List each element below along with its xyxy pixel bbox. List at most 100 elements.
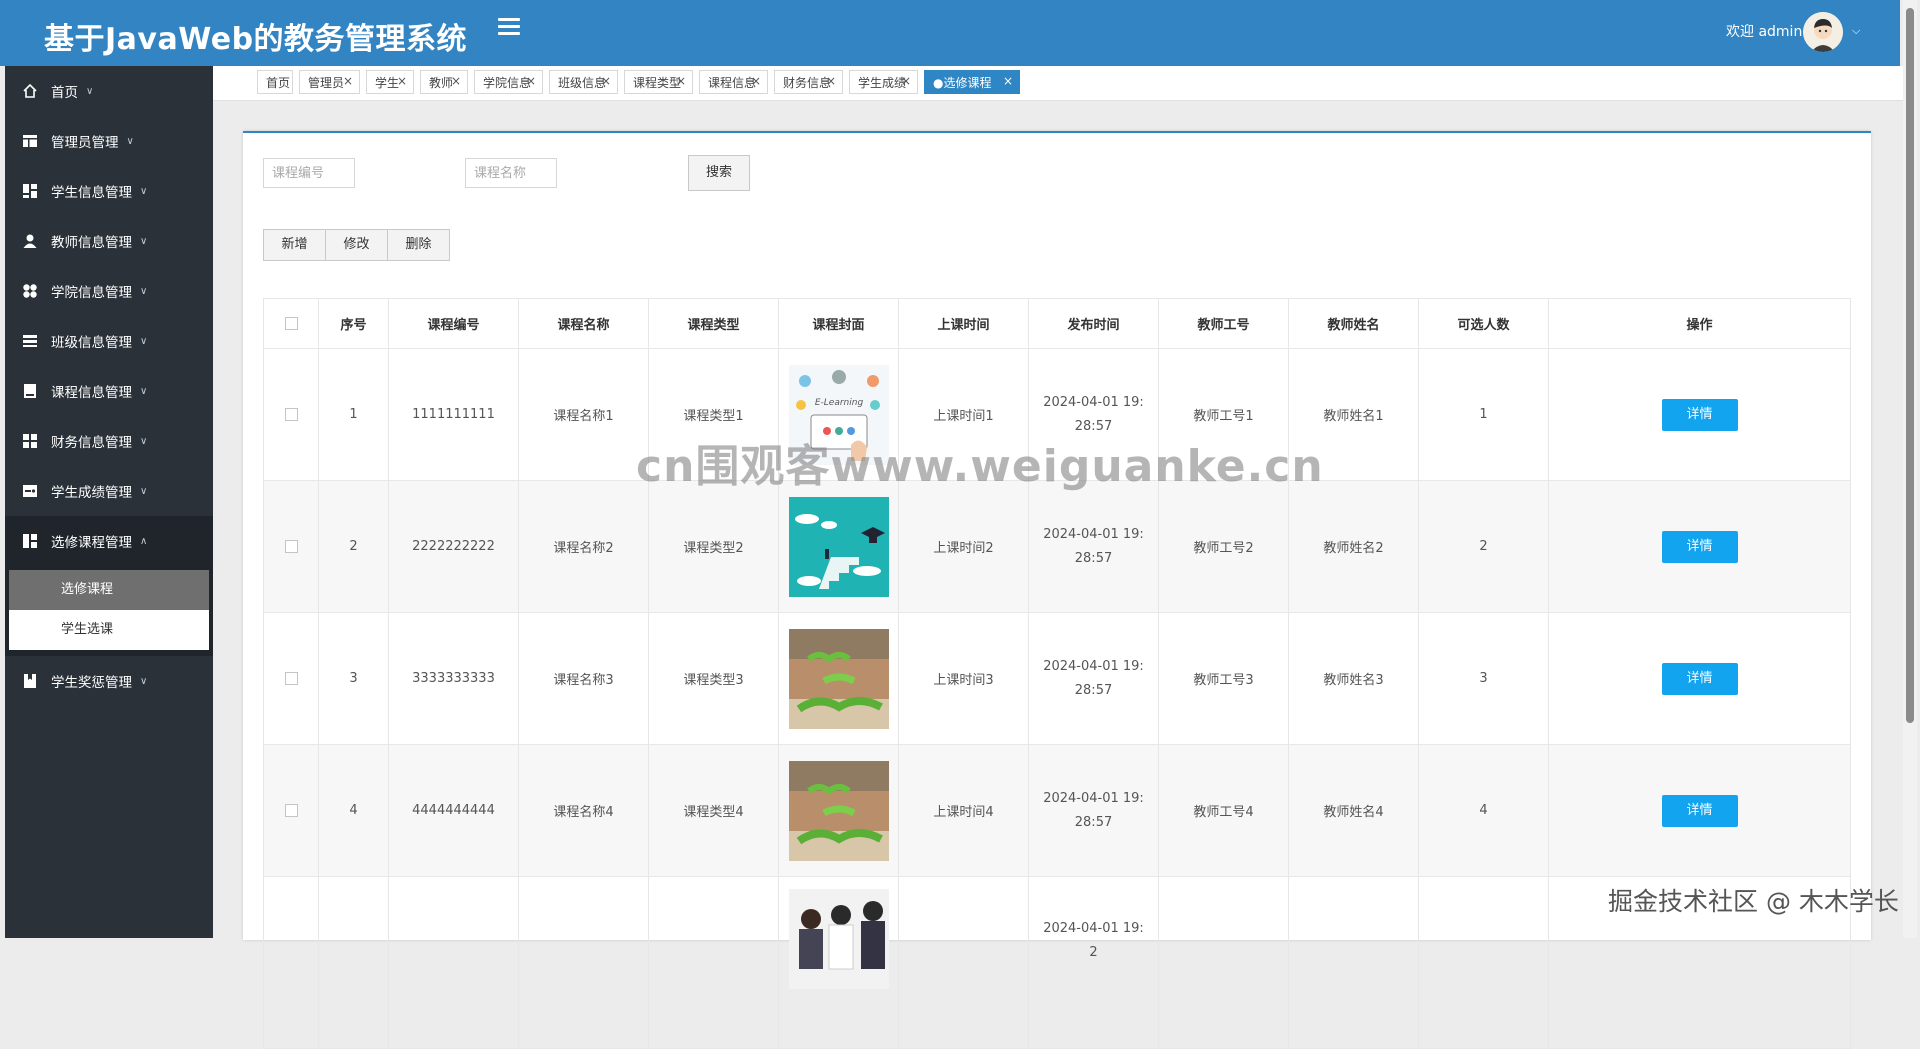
sidebar-item-elective[interactable]: 选修课程管理 ∧ xyxy=(5,516,213,566)
tab-label: 财务信息 xyxy=(783,76,832,90)
tab-student[interactable]: 学生 × xyxy=(366,70,414,94)
sidebar-item-label: 财务信息管理 xyxy=(51,435,132,451)
tab-label: 学生 xyxy=(375,76,400,90)
submenu-item-elective-course[interactable]: 选修课程 xyxy=(9,570,209,610)
chevron-down-icon: ∨ xyxy=(140,185,148,197)
chevron-down-icon: ∨ xyxy=(140,435,148,447)
course-cover-image xyxy=(788,628,889,729)
tab-label: 首页 xyxy=(266,76,291,90)
close-icon[interactable]: × xyxy=(526,69,536,93)
select-all-checkbox[interactable] xyxy=(284,317,298,330)
close-icon[interactable]: × xyxy=(1003,69,1013,93)
chevron-down-icon: ∨ xyxy=(126,135,134,147)
tab-course-info[interactable]: 课程信息 × xyxy=(699,70,768,94)
course-cover-image xyxy=(788,496,889,597)
cell-cover xyxy=(778,480,899,613)
tab-course-type[interactable]: 课程类型 × xyxy=(624,70,693,94)
tab-elective-course[interactable]: ●选修课程 × xyxy=(924,70,1020,94)
sidebar-item-teacher[interactable]: 教师信息管理 ∨ xyxy=(5,216,213,266)
scroll-thumb[interactable] xyxy=(1906,8,1914,723)
user-menu-chevron-icon[interactable]: ⌵ xyxy=(1852,24,1860,38)
tab-label: 管理员 xyxy=(308,76,345,90)
close-icon[interactable]: × xyxy=(901,69,911,93)
sidebar-item-rewards[interactable]: 学生奖惩管理 ∨ xyxy=(5,656,213,706)
sidebar-item-student[interactable]: 学生信息管理 ∨ xyxy=(5,166,213,216)
close-icon[interactable]: × xyxy=(343,69,353,93)
detail-button[interactable]: 详情 xyxy=(1661,794,1738,827)
close-icon[interactable]: × xyxy=(601,69,611,93)
sidebar-item-label: 选修课程管理 xyxy=(51,535,132,551)
close-icon[interactable]: × xyxy=(751,69,761,93)
row-checkbox[interactable] xyxy=(284,408,298,421)
tab-grades[interactable]: 学生成绩 × xyxy=(849,70,918,94)
top-header: 基于JavaWeb的教务管理系统 欢迎 admin ⌵ xyxy=(0,0,1900,66)
column-header: 发布时间 xyxy=(1028,298,1159,349)
cell-actions xyxy=(1548,876,1851,1049)
cell-published: 2024-04-01 19:28:57 xyxy=(1028,348,1159,481)
cell-index: 4 xyxy=(318,744,389,877)
published-time: 2024-04-01 19:2 xyxy=(1043,921,1144,960)
close-icon[interactable]: × xyxy=(451,69,461,93)
table-row[interactable]: 2024-04-01 19:2 xyxy=(263,876,1851,1049)
cell-index: 2 xyxy=(318,480,389,613)
row-checkbox[interactable] xyxy=(284,540,298,553)
row-select-cell xyxy=(263,612,319,745)
column-header: 操作 xyxy=(1548,298,1851,349)
submenu-item-student-select[interactable]: 学生选课 xyxy=(9,610,209,650)
sidebar-item-home[interactable]: 首页 ∨ xyxy=(5,66,213,116)
add-button[interactable]: 新增 xyxy=(263,229,326,261)
sidebar-item-admin[interactable]: 管理员管理 ∨ xyxy=(5,116,213,166)
close-icon[interactable]: × xyxy=(397,69,407,93)
table-row[interactable]: 2 2222222222 课程名称2 课程类型2 上课时间2 2024-04-0… xyxy=(263,480,1851,613)
tab-label: 学院信息 xyxy=(483,76,532,90)
close-icon[interactable]: × xyxy=(826,69,836,93)
detail-button[interactable]: 详情 xyxy=(1661,662,1738,695)
row-select-cell xyxy=(263,744,319,877)
chevron-down-icon: ∨ xyxy=(140,285,148,297)
cell-actions: 详情 xyxy=(1548,348,1851,481)
tab-admin[interactable]: 管理员 × xyxy=(299,70,360,94)
detail-button[interactable]: 详情 xyxy=(1661,530,1738,563)
chevron-up-icon: ∧ xyxy=(140,535,148,547)
row-checkbox[interactable] xyxy=(284,672,298,685)
course-name-input[interactable] xyxy=(465,158,557,188)
cell-seats: 1 xyxy=(1418,348,1549,481)
sidebar-item-class[interactable]: 班级信息管理 ∨ xyxy=(5,316,213,366)
course-no-input[interactable] xyxy=(263,158,355,188)
tab-label: ●选修课程 xyxy=(933,76,992,90)
row-checkbox[interactable] xyxy=(284,804,298,817)
sidebar-item-college[interactable]: 学院信息管理 ∨ xyxy=(5,266,213,316)
search-button[interactable]: 搜索 xyxy=(688,155,750,191)
sidebar-item-label: 课程信息管理 xyxy=(51,385,132,401)
avatar[interactable] xyxy=(1803,12,1843,52)
column-header: 教师姓名 xyxy=(1288,298,1419,349)
sidebar-item-grades[interactable]: 学生成绩管理 ∨ xyxy=(5,466,213,516)
sidebar-item-finance[interactable]: 财务信息管理 ∨ xyxy=(5,416,213,466)
tab-class[interactable]: 班级信息 × xyxy=(549,70,618,94)
tab-teacher[interactable]: 教师 × xyxy=(420,70,468,94)
detail-button[interactable]: 详情 xyxy=(1661,398,1738,431)
tab-label: 教师 xyxy=(429,76,454,90)
edit-button[interactable]: 修改 xyxy=(325,229,388,261)
book-icon xyxy=(21,382,39,400)
cell-class-time: 上课时间2 xyxy=(898,480,1029,613)
table-header-row: 序号 课程编号 课程名称 课程类型 课程封面 上课时间 发布时间 教师工号 教师… xyxy=(263,298,1851,349)
welcome-text: 欢迎 admin xyxy=(1726,24,1803,40)
cell-published: 2024-04-01 19:28:57 xyxy=(1028,480,1159,613)
tab-home[interactable]: 首页 xyxy=(257,70,293,94)
table-row[interactable]: 1 1111111111 课程名称1 课程类型1 E-Learning 上课时间… xyxy=(263,348,1851,481)
delete-button[interactable]: 删除 xyxy=(387,229,450,261)
table-row[interactable]: 3 3333333333 课程名称3 课程类型3 上课时间3 2024-04-0… xyxy=(263,612,1851,745)
cell-teacher-name: 教师姓名1 xyxy=(1288,348,1419,481)
page-scrollbar[interactable] xyxy=(1903,0,1917,938)
menu-toggle-icon[interactable] xyxy=(498,18,520,38)
sidebar-item-course[interactable]: 课程信息管理 ∨ xyxy=(5,366,213,416)
tab-finance[interactable]: 财务信息 × xyxy=(774,70,843,94)
row-select-cell xyxy=(263,480,319,613)
tab-college[interactable]: 学院信息 × xyxy=(474,70,543,94)
table-row[interactable]: 4 4444444444 课程名称4 课程类型4 上课时间4 2024-04-0… xyxy=(263,744,1851,877)
close-icon[interactable]: × xyxy=(676,69,686,93)
cell-course-type: 课程类型4 xyxy=(648,744,779,877)
course-cover-image xyxy=(788,889,889,989)
cell-course-name xyxy=(518,876,649,1049)
